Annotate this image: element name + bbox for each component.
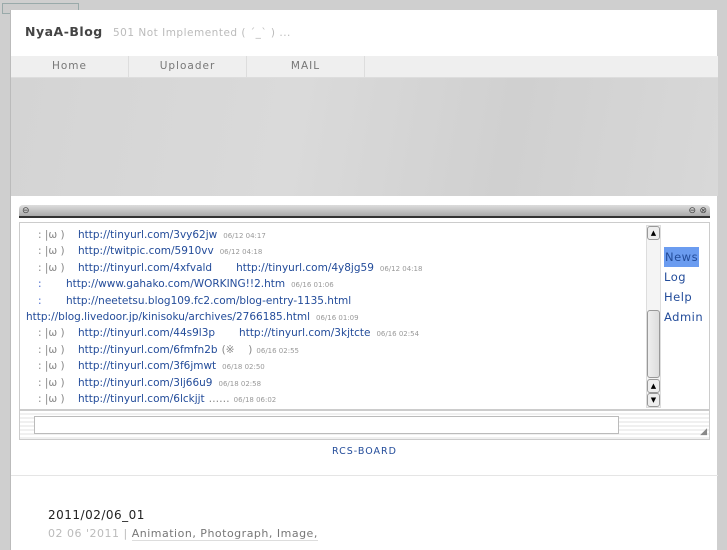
post-meta: 02 06 '2011 | Animation, Photograph, Ima…	[48, 527, 318, 541]
message-link[interactable]: http://twitpic.com/5910vv	[78, 245, 214, 257]
message-link[interactable]: http://tinyurl.com/4y8jg59	[236, 262, 374, 274]
message-prefix: : |ω )	[38, 392, 65, 405]
message-prefix: : |ω )	[38, 261, 65, 274]
site-subtitle: 501 Not Implemented ( ´_` ) ...	[113, 27, 291, 39]
message-time: 06/12 04:18	[219, 248, 263, 257]
message-prefix: : |ω )	[38, 245, 65, 258]
message-prefix: : |ω )	[38, 360, 65, 373]
message-time: 06/12 04:18	[379, 264, 423, 273]
message-time: 06/12 04:17	[223, 232, 266, 240]
chat-message: : |ω ) http://tinyurl.com/3vy62jw 06/12 04…	[26, 227, 646, 243]
message-time: 06/16 02:54	[376, 330, 420, 339]
message-link[interactable]: http://tinyurl.com/3vy62jw	[78, 229, 217, 241]
scroll-down-button[interactable]: ▼	[647, 393, 660, 407]
message-suffix: (※ )	[221, 343, 253, 356]
scroll-up-button[interactable]: ▲	[647, 226, 660, 240]
post-date: 02 06 '2011	[48, 527, 120, 540]
message-link[interactable]: http://tinyurl.com/44s9l3p	[78, 327, 215, 339]
meta-separator: |	[123, 527, 128, 540]
chat-message: : http://neetetsu.blog109.fc2.com/blog-en…	[26, 293, 646, 309]
chat-input-row: ◢	[19, 410, 710, 440]
message-link[interactable]: http://tinyurl.com/4xfvald	[78, 262, 212, 274]
chat-message: : |ω ) http://tinyurl.com/3f6jmwt 06/18 02…	[26, 358, 646, 374]
scroll-thumb[interactable]	[647, 310, 660, 378]
message-time: 06/16 01:09	[316, 313, 359, 322]
post-title[interactable]: 2011/02/06_01	[48, 508, 145, 522]
message-prefix: : |ω )	[38, 376, 65, 389]
message-suffix: ……	[208, 392, 230, 405]
chat-message: : http://www.gahako.com/WORKING!!2.htm 06/…	[26, 276, 646, 292]
nav-home[interactable]: Home	[11, 56, 129, 77]
minimize-icon[interactable]: ⊖	[688, 206, 696, 216]
chat-menu-news[interactable]: News	[664, 247, 700, 267]
resize-grip-icon[interactable]: ◢	[700, 427, 707, 437]
chat-message: : |ω ) http://tinyurl.com/3lj66u9 06/18 02…	[26, 375, 646, 391]
chat-message: : |ω ) http://tinyurl.com/6lckjjt…… 06/18 …	[26, 391, 646, 407]
message-prefix: :	[38, 294, 42, 307]
message-time: 06/18 02:50	[222, 363, 265, 372]
message-time: 06/16 02:55	[256, 346, 299, 355]
message-time: 06/18 02:58	[218, 379, 262, 388]
collapse-icon[interactable]: ⊖	[22, 206, 30, 216]
message-prefix: : |ω )	[38, 229, 65, 241]
chat-input[interactable]	[34, 416, 619, 434]
chat-titlebar: ⊖ ⊖ ⊗	[19, 205, 710, 218]
chat-message: : |ω ) http://tinyurl.com/4xfvald http://t…	[26, 260, 646, 276]
chat-message: http://blog.livedoor.jp/kinisoku/archive…	[26, 309, 646, 325]
header-banner	[11, 78, 718, 196]
site-title[interactable]: NyaA-Blog	[25, 24, 103, 39]
message-prefix: :	[38, 278, 42, 291]
message-link[interactable]: http://tinyurl.com/3kjtcte	[239, 327, 370, 339]
chat-menu: News Log Help Admin	[664, 247, 703, 327]
divider	[11, 475, 718, 476]
message-link[interactable]: http://www.gahako.com/WORKING!!2.htm	[66, 278, 285, 290]
nav-uploader[interactable]: Uploader	[129, 56, 247, 77]
message-link[interactable]: http://tinyurl.com/6lckjjt	[78, 393, 205, 405]
chat-message: : |ω ) http://tinyurl.com/6fmfn2b (※ ) 06/1…	[26, 342, 646, 358]
message-link[interactable]: http://tinyurl.com/3f6jmwt	[78, 360, 216, 372]
message-link[interactable]: http://blog.livedoor.jp/kinisoku/archive…	[26, 311, 310, 323]
message-link[interactable]: http://neetetsu.blog109.fc2.com/blog-ent…	[66, 295, 351, 307]
nav-mail[interactable]: MAIL	[247, 56, 365, 77]
chat-message: : |ω ) http://tinyurl.com/44s9l3p http://t…	[26, 325, 646, 341]
chat-menu-log[interactable]: Log	[664, 267, 703, 287]
message-time: 06/16 01:06	[291, 281, 334, 290]
message-time: 06/18 06:02	[233, 395, 277, 404]
close-icon[interactable]: ⊗	[699, 206, 707, 216]
chat-widget: ⊖ ⊖ ⊗ : |ω ) http://tinyurl.com/3vy62jw 06…	[19, 205, 710, 441]
post-categories[interactable]: Animation, Photograph, Image,	[131, 527, 318, 541]
page-container: NyaA-Blog 501 Not Implemented ( ´_` ) ..…	[10, 10, 718, 550]
chat-message: : |ω ) http://twitpic.com/5910vv 06/12 04:…	[26, 243, 646, 259]
nav-bar: Home Uploader MAIL	[11, 56, 718, 78]
message-link[interactable]: http://tinyurl.com/3lj66u9	[78, 377, 212, 389]
chat-body: : |ω ) http://tinyurl.com/3vy62jw 06/12 04…	[19, 222, 710, 410]
message-prefix: : |ω )	[38, 343, 65, 356]
scroll-up-button-2[interactable]: ▲	[647, 379, 660, 393]
scrollbar[interactable]: ▲ ▲ ▼	[646, 225, 661, 408]
message-link[interactable]: http://tinyurl.com/6fmfn2b	[78, 344, 218, 356]
rcs-board-link[interactable]: RCS-BOARD	[11, 446, 718, 457]
chat-messages: : |ω ) http://tinyurl.com/3vy62jw 06/12 04…	[26, 227, 646, 407]
message-prefix: : |ω )	[38, 327, 65, 340]
chat-menu-help[interactable]: Help	[664, 287, 703, 307]
chat-menu-admin[interactable]: Admin	[664, 307, 703, 327]
